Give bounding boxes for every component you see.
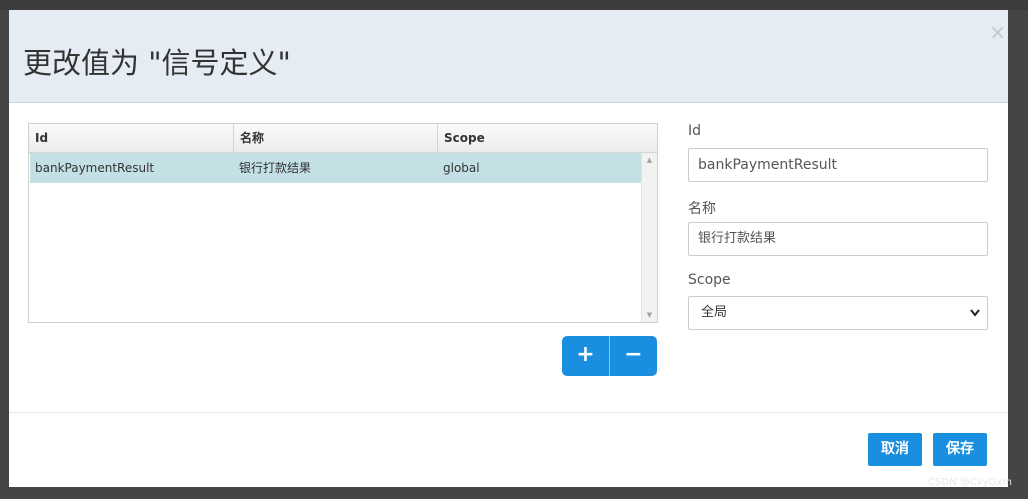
id-field[interactable]: bankPaymentResult [688,148,988,182]
edit-signal-dialog: 更改值为 "信号定义" × Id 名称 Scope bankPaymentRes… [9,10,1008,487]
table-row[interactable]: bankPaymentResult 银行打款结果 global [30,153,642,183]
name-label: 名称 [688,201,716,217]
table-scrollbar[interactable]: ▲ ▼ [641,153,657,322]
row-actions: + − [562,336,657,376]
table-header: Id 名称 Scope [29,124,657,153]
signal-table: Id 名称 Scope bankPaymentResult 银行打款结果 glo… [28,123,658,323]
scroll-up-icon[interactable]: ▲ [642,153,657,167]
chevron-down-icon [969,297,981,341]
cell-id: bankPaymentResult [35,161,155,175]
remove-row-button[interactable]: − [610,336,657,376]
save-button[interactable]: 保存 [933,433,987,466]
cell-name: 银行打款结果 [239,161,312,175]
scroll-down-icon[interactable]: ▼ [642,308,657,322]
name-field[interactable]: 银行打款结果 [688,222,988,256]
column-header-id[interactable]: Id [29,124,234,152]
add-row-button[interactable]: + [562,336,610,376]
dialog-header: 更改值为 "信号定义" × [9,10,1008,103]
footer-divider [9,412,1008,413]
dialog-title: 更改值为 "信号定义" [23,46,291,80]
scope-select[interactable]: 全局 [688,296,988,330]
column-header-name[interactable]: 名称 [234,124,438,152]
watermark: CSDN @CxyGxm [928,477,1012,488]
id-label: Id [688,123,702,139]
cell-scope: global [443,161,480,175]
background-strip [0,0,1028,10]
scope-select-value: 全局 [701,305,728,320]
scope-label: Scope [688,272,731,288]
cancel-button[interactable]: 取消 [868,433,922,466]
close-icon[interactable]: × [989,22,1006,42]
column-header-scope[interactable]: Scope [438,124,657,152]
